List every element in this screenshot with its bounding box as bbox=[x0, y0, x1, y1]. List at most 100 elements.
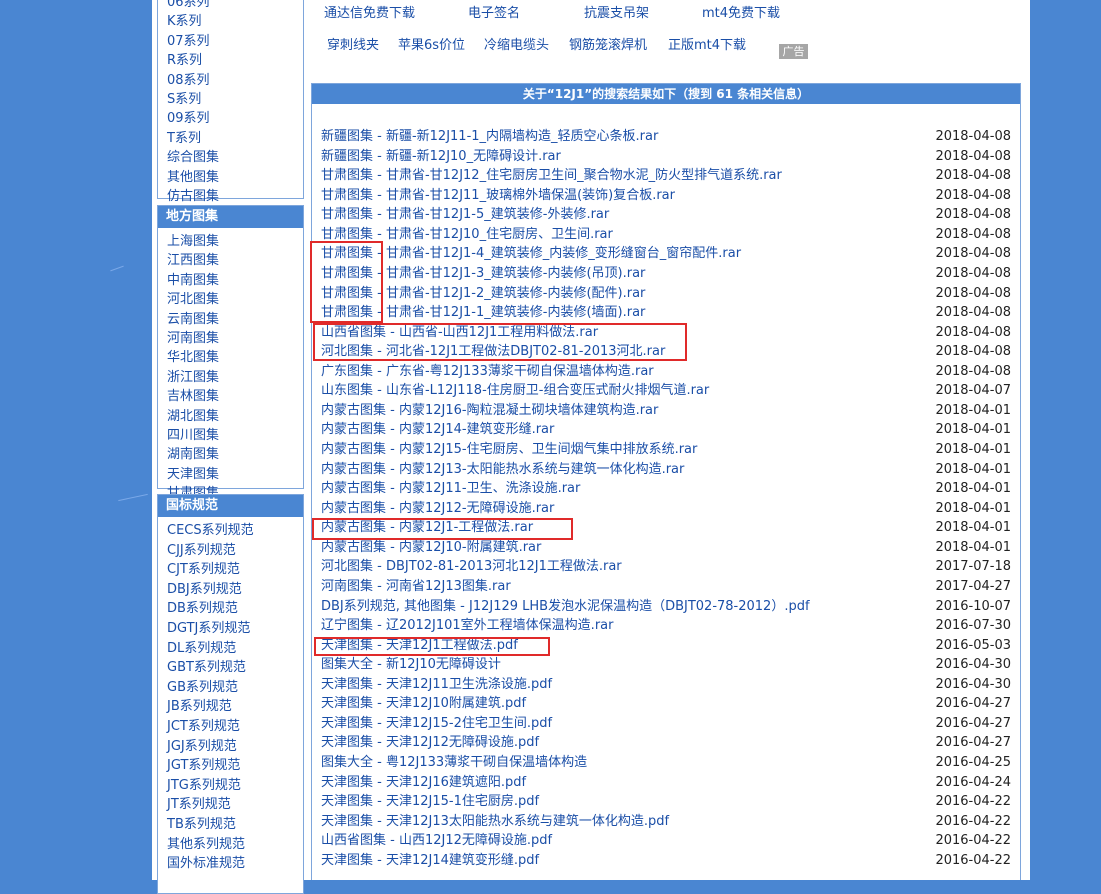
standards-link[interactable]: JT系列规范 bbox=[167, 795, 303, 815]
ad-link[interactable]: 冷缩电缆头 bbox=[484, 34, 549, 53]
regional-link[interactable]: 云南图集 bbox=[167, 310, 237, 329]
ad-link[interactable]: mt4免费下载 bbox=[702, 2, 780, 21]
regional-link[interactable]: 吉林图集 bbox=[167, 387, 237, 406]
series-link[interactable]: S系列 bbox=[167, 90, 237, 109]
standards-link[interactable]: TB系列规范 bbox=[167, 815, 303, 835]
result-link[interactable]: 天津图集 - 天津12J13太阳能热水系统与建筑一体化构造.pdf bbox=[321, 814, 669, 829]
result-row: 内蒙古图集 - 内蒙12J11-卫生、洗涤设施.rar 2018-04-01 bbox=[321, 479, 1011, 499]
ad-link[interactable]: 穿刺线夹 bbox=[327, 34, 379, 53]
result-link[interactable]: 河北图集 - DBJT02-81-2013河北12J1工程做法.rar bbox=[321, 559, 622, 574]
standards-link[interactable]: JTG系列规范 bbox=[167, 776, 303, 796]
standards-link[interactable]: JGJ系列规范 bbox=[167, 737, 303, 757]
result-link[interactable]: 天津图集 - 天津12J12无障碍设施.pdf bbox=[321, 735, 539, 750]
ad-link[interactable]: 正版mt4下载 bbox=[668, 34, 746, 53]
series-link[interactable]: 08系列 bbox=[167, 71, 237, 90]
result-link[interactable]: 天津图集 - 天津12J16建筑遮阳.pdf bbox=[321, 775, 526, 790]
result-link[interactable]: 甘肃图集 - 甘肃省-甘12J1-2_建筑装修-内装修(配件).rar bbox=[321, 286, 645, 301]
result-row: DBJ系列规范, 其他图集 - J12J129 LHB发泡水泥保温构造（DBJT… bbox=[321, 597, 1011, 617]
ad-link[interactable]: 通达信免费下载 bbox=[324, 2, 415, 21]
regional-link[interactable]: 湖南图集 bbox=[167, 445, 237, 464]
result-link[interactable]: 河南图集 - 河南省12J13图集.rar bbox=[321, 579, 511, 594]
series-link[interactable]: 07系列 bbox=[167, 32, 237, 51]
standards-link[interactable]: CJJ系列规范 bbox=[167, 541, 303, 561]
result-date: 2017-07-18 bbox=[935, 559, 1011, 575]
result-link[interactable]: 广东图集 - 广东省-粤12J133薄浆干砌自保温墙体构造.rar bbox=[321, 364, 654, 379]
regional-link[interactable]: 四川图集 bbox=[167, 426, 237, 445]
result-link[interactable]: 天津图集 - 天津12J15-2住宅卫生间.pdf bbox=[321, 716, 552, 731]
result-link[interactable]: 河北图集 - 河北省-12J1工程做法DBJT02-81-2013河北.rar bbox=[321, 344, 665, 359]
result-link[interactable]: 内蒙古图集 - 内蒙12J1-工程做法.rar bbox=[321, 520, 533, 535]
result-link[interactable]: 甘肃图集 - 甘肃省-甘12J12_住宅厨房卫生间_聚合物水泥_防火型排气道系统… bbox=[321, 168, 782, 183]
regional-link[interactable]: 江西图集 bbox=[167, 251, 237, 270]
standards-link[interactable]: 其他系列规范 bbox=[167, 835, 303, 855]
series-link[interactable]: 仿古图集 bbox=[167, 187, 237, 206]
result-link[interactable]: 甘肃图集 - 甘肃省-甘12J1-3_建筑装修-内装修(吊顶).rar bbox=[321, 266, 645, 281]
result-date: 2018-04-08 bbox=[935, 187, 1011, 203]
series-link[interactable]: K系列 bbox=[167, 12, 237, 31]
standards-link[interactable]: JB系列规范 bbox=[167, 697, 303, 717]
standards-link[interactable]: JCT系列规范 bbox=[167, 717, 303, 737]
standards-link[interactable]: DGTJ系列规范 bbox=[167, 619, 303, 639]
regional-link[interactable]: 浙江图集 bbox=[167, 368, 237, 387]
standards-link[interactable]: DL系列规范 bbox=[167, 639, 303, 659]
page-container: 06系列K系列07系列R系列08系列S系列09系列T系列综合图集其他图集仿古图集… bbox=[152, 0, 1030, 894]
regional-link[interactable]: 湖北图集 bbox=[167, 407, 237, 426]
standards-link[interactable]: DB系列规范 bbox=[167, 599, 303, 619]
ad-link[interactable]: 苹果6s价位 bbox=[398, 34, 465, 53]
standards-link[interactable]: CECS系列规范 bbox=[167, 521, 303, 541]
result-link[interactable]: 甘肃图集 - 甘肃省-甘12J10_住宅厨房、卫生间.rar bbox=[321, 227, 613, 242]
standards-link[interactable]: JGT系列规范 bbox=[167, 756, 303, 776]
result-link[interactable]: 内蒙古图集 - 内蒙12J10-附属建筑.rar bbox=[321, 540, 541, 555]
standards-link[interactable]: 国外标准规范 bbox=[167, 854, 303, 874]
series-link[interactable]: T系列 bbox=[167, 129, 237, 148]
result-link[interactable]: 山西省图集 - 山西省-山西12J1工程用料做法.rar bbox=[321, 325, 598, 340]
result-row: 内蒙古图集 - 内蒙12J14-建筑变形缝.rar 2018-04-01 bbox=[321, 420, 1011, 440]
series-link[interactable]: R系列 bbox=[167, 51, 237, 70]
result-row: 山东图集 - 山东省-L12J118-住房厨卫-组合变压式耐火排烟气道.rar 2… bbox=[321, 381, 1011, 401]
ad-row-1: 通达信免费下载 电子签名 抗震支吊架 mt4免费下载 bbox=[324, 2, 824, 21]
regional-link[interactable]: 河南图集 bbox=[167, 329, 237, 348]
result-link[interactable]: 内蒙古图集 - 内蒙12J14-建筑变形缝.rar bbox=[321, 422, 554, 437]
result-link[interactable]: 辽宁图集 - 辽2012J101室外工程墙体保温构造.rar bbox=[321, 618, 613, 633]
result-link[interactable]: 山东图集 - 山东省-L12J118-住房厨卫-组合变压式耐火排烟气道.rar bbox=[321, 383, 709, 398]
ad-link[interactable]: 钢筋笼滚焊机 bbox=[569, 34, 647, 53]
ad-link[interactable]: 抗震支吊架 bbox=[584, 2, 649, 21]
result-link[interactable]: 甘肃图集 - 甘肃省-甘12J1-4_建筑装修_内装修_变形缝窗台_窗帘配件.r… bbox=[321, 246, 741, 261]
result-link[interactable]: 内蒙古图集 - 内蒙12J13-太阳能热水系统与建筑一体化构造.rar bbox=[321, 462, 684, 477]
result-link[interactable]: 天津图集 - 天津12J10附属建筑.pdf bbox=[321, 696, 526, 711]
result-link[interactable]: 图集大全 - 新12J10无障碍设计 bbox=[321, 657, 501, 672]
result-link[interactable]: 内蒙古图集 - 内蒙12J16-陶粒混凝土砌块墙体建筑构造.rar bbox=[321, 403, 658, 418]
ad-link[interactable]: 电子签名 bbox=[468, 2, 520, 21]
series-link[interactable]: 06系列 bbox=[167, 0, 237, 12]
result-link[interactable]: DBJ系列规范, 其他图集 - J12J129 LHB发泡水泥保温构造（DBJT… bbox=[321, 599, 810, 614]
ad-row-2: 穿刺线夹 苹果6s价位 冷缩电缆头 钢筋笼滚焊机 正版mt4下载 bbox=[327, 34, 777, 53]
result-link[interactable]: 图集大全 - 粤12J133薄浆干砌自保温墙体构造 bbox=[321, 755, 587, 770]
result-link[interactable]: 天津图集 - 天津12J1工程做法.pdf bbox=[321, 638, 518, 653]
result-date: 2016-04-30 bbox=[935, 676, 1011, 692]
standards-link[interactable]: GBT系列规范 bbox=[167, 658, 303, 678]
regional-link[interactable]: 天津图集 bbox=[167, 465, 237, 484]
result-date: 2016-04-27 bbox=[935, 735, 1011, 751]
series-link[interactable]: 综合图集 bbox=[167, 148, 237, 167]
standards-link[interactable]: GB系列规范 bbox=[167, 678, 303, 698]
regional-link[interactable]: 河北图集 bbox=[167, 290, 237, 309]
result-link[interactable]: 山西省图集 - 山西12J12无障碍设施.pdf bbox=[321, 833, 552, 848]
result-link[interactable]: 内蒙古图集 - 内蒙12J12-无障碍设施.rar bbox=[321, 501, 554, 516]
result-link[interactable]: 天津图集 - 天津12J11卫生洗涤设施.pdf bbox=[321, 677, 552, 692]
regional-link[interactable]: 华北图集 bbox=[167, 348, 237, 367]
result-link[interactable]: 甘肃图集 - 甘肃省-甘12J1-5_建筑装修-外装修.rar bbox=[321, 207, 609, 222]
result-link[interactable]: 天津图集 - 天津12J14建筑变形缝.pdf bbox=[321, 853, 539, 868]
result-link[interactable]: 甘肃图集 - 甘肃省-甘12J1-1_建筑装修-内装修(墙面).rar bbox=[321, 305, 645, 320]
standards-link[interactable]: DBJ系列规范 bbox=[167, 580, 303, 600]
result-link[interactable]: 新疆图集 - 新疆-新12J11-1_内隔墙构造_轻质空心条板.rar bbox=[321, 129, 658, 144]
standards-link[interactable]: CJT系列规范 bbox=[167, 560, 303, 580]
series-link[interactable]: 其他图集 bbox=[167, 168, 237, 187]
regional-link[interactable]: 上海图集 bbox=[167, 232, 237, 251]
result-link[interactable]: 天津图集 - 天津12J15-1住宅厨房.pdf bbox=[321, 794, 539, 809]
series-link[interactable]: 09系列 bbox=[167, 109, 237, 128]
regional-link[interactable]: 中南图集 bbox=[167, 271, 237, 290]
result-link[interactable]: 内蒙古图集 - 内蒙12J15-住宅厨房、卫生间烟气集中排放系统.rar bbox=[321, 442, 697, 457]
result-link[interactable]: 新疆图集 - 新疆-新12J10_无障碍设计.rar bbox=[321, 149, 561, 164]
result-link[interactable]: 内蒙古图集 - 内蒙12J11-卫生、洗涤设施.rar bbox=[321, 481, 580, 496]
result-link[interactable]: 甘肃图集 - 甘肃省-甘12J11_玻璃棉外墙保温(装饰)复合板.rar bbox=[321, 188, 675, 203]
